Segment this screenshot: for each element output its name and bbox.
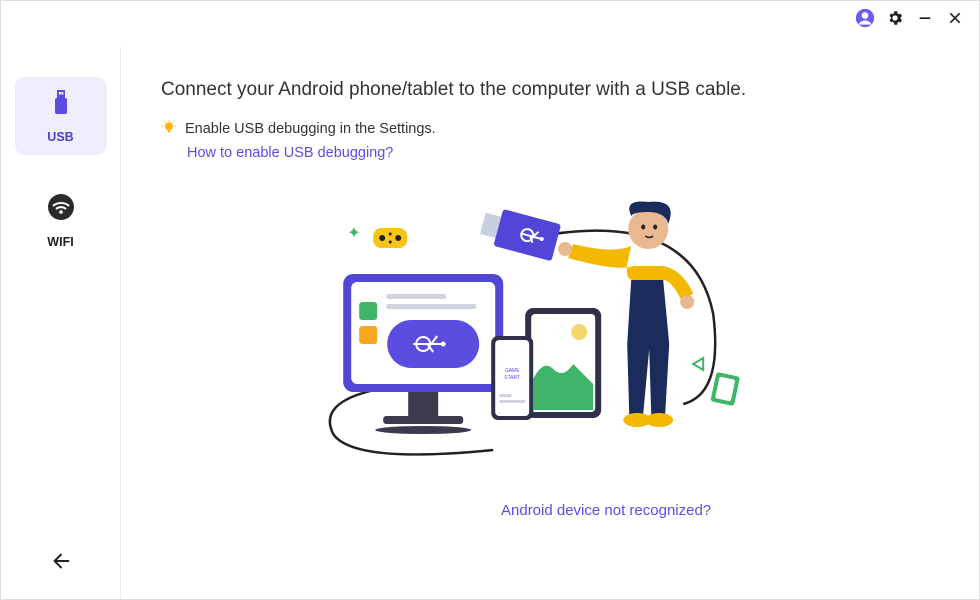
- main-content: Connect your Android phone/tablet to the…: [161, 79, 959, 599]
- usb-icon: [49, 89, 73, 122]
- connect-illustration: GAME START: [293, 194, 753, 474]
- sidebar-tab-usb[interactable]: USB: [15, 77, 107, 155]
- close-icon[interactable]: [945, 8, 965, 28]
- sidebar-tab-label: WIFI: [47, 235, 73, 249]
- sidebar-tab-label: USB: [47, 130, 73, 144]
- page-heading: Connect your Android phone/tablet to the…: [161, 79, 959, 101]
- hint-row: Enable USB debugging in the Settings.: [161, 119, 959, 139]
- gear-icon[interactable]: [885, 8, 905, 28]
- device-not-recognized-link[interactable]: Android device not recognized?: [501, 502, 711, 519]
- hint-text: Enable USB debugging in the Settings.: [185, 121, 436, 137]
- minimize-icon[interactable]: [915, 8, 935, 28]
- lightbulb-icon: [161, 119, 177, 139]
- connection-sidebar: USB WIFI: [1, 47, 121, 599]
- svg-text:✦: ✦: [347, 225, 360, 242]
- svg-text:START: START: [504, 375, 520, 381]
- svg-text:GAME: GAME: [505, 368, 520, 374]
- account-icon[interactable]: [855, 8, 875, 28]
- back-button[interactable]: [47, 547, 75, 575]
- sidebar-tab-wifi[interactable]: WIFI: [15, 181, 107, 259]
- usb-debugging-help-link[interactable]: How to enable USB debugging?: [187, 145, 959, 161]
- wifi-icon: [46, 192, 76, 227]
- titlebar: [855, 1, 979, 35]
